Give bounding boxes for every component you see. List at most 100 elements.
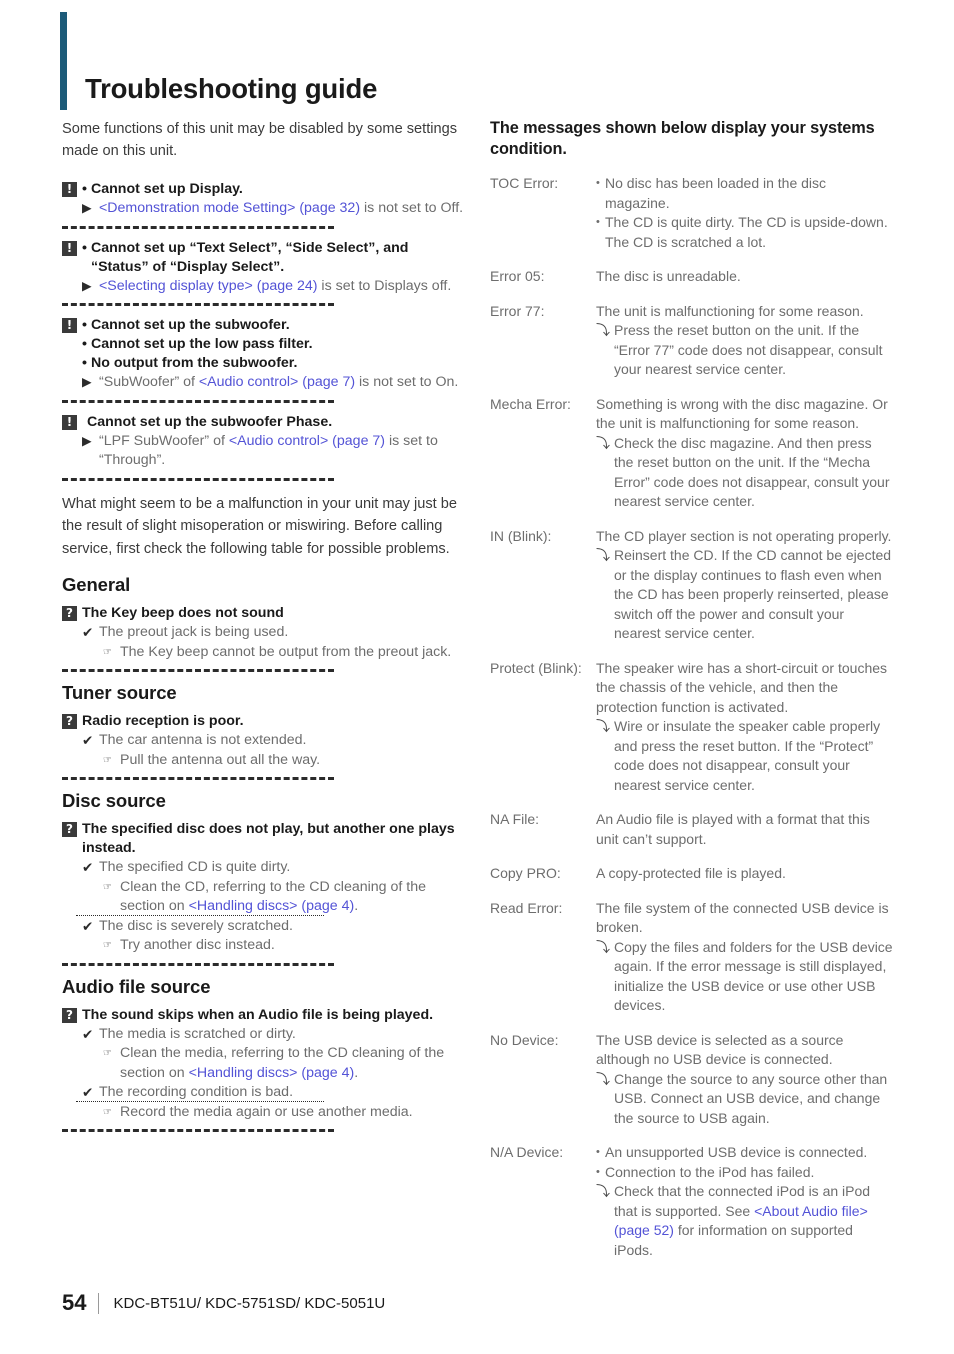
faq-cause: ✔ The disc is severely scratched.	[82, 917, 466, 937]
message-row: Copy PRO: A copy-protected file is playe…	[490, 864, 894, 884]
setting-question-text: Cannot set up Display.	[82, 180, 466, 199]
message-text: The USB device is selected as a source a…	[596, 1031, 844, 1068]
model-list: KDC-BT51U/ KDC-5751SD/ KDC-5051U	[113, 1294, 386, 1312]
message-row: No Device: The USB device is selected as…	[490, 1031, 894, 1129]
setting-question: ! Cannot set up the subwoofer. Cannot se…	[62, 316, 466, 373]
dashed-separator	[62, 399, 334, 403]
message-term: NA File:	[490, 811, 540, 827]
dashed-separator	[62, 777, 334, 780]
setting-block-subwoofer: ! Cannot set up the subwoofer. Cannot se…	[62, 316, 466, 403]
check-mark-icon: ✔	[82, 918, 94, 934]
messages-heading: The messages shown below display your sy…	[490, 119, 875, 158]
faq-question-text: The specified disc does not play, but an…	[82, 821, 455, 856]
setting-answer-post: is not set to Off.	[360, 200, 464, 216]
message-row: IN (Blink): The CD player section is not…	[490, 527, 894, 644]
cross-reference-link[interactable]: <Handling discs> (page 4)	[189, 1065, 355, 1081]
message-term: IN (Blink):	[490, 527, 552, 544]
faq-cause: ✔ The media is scratched or dirty.	[82, 1025, 466, 1045]
exclamation-badge-icon: !	[62, 182, 77, 197]
message-text: The file system of the connected USB dev…	[596, 899, 889, 936]
faq-solution-text: Try another disc instead.	[120, 937, 275, 953]
message-action: ⤵ Copy the files and folders for the USB…	[596, 938, 894, 1016]
section-heading-audio-file-source: Audio file source	[62, 975, 211, 997]
pointing-hand-icon: ☞	[103, 646, 112, 658]
message-row: Error 05: The disc is unreadable.	[490, 267, 894, 287]
cross-reference-link[interactable]: <Selecting display type> (page 24)	[99, 278, 317, 294]
message-term: No Device:	[490, 1031, 559, 1048]
setting-answer-post: is set to Displays off.	[317, 277, 452, 294]
faq-question-text: The Key beep does not sound	[82, 605, 284, 621]
setting-question: ! Cannot set up Display.	[62, 180, 466, 199]
question-badge-icon: ?	[62, 1007, 77, 1023]
setting-block-display: ! Cannot set up Display. ▶ <Demonstratio…	[62, 180, 466, 229]
message-term: Copy PRO:	[490, 865, 561, 881]
message-text: An Audio file is played with a format th…	[596, 811, 870, 847]
faq-cause: ✔ The specified CD is quite dirty.	[82, 858, 466, 878]
exclamation-badge-icon: !	[62, 240, 77, 256]
message-term: Error 77:	[490, 302, 545, 319]
black-right-triangle-icon: ▶	[82, 433, 92, 448]
message-bullet: An unsupported USB device is connected.	[596, 1143, 894, 1163]
page-footer: 54 KDC-BT51U/ KDC-5751SD/ KDC-5051U	[62, 1290, 385, 1316]
fine-dotted-separator	[76, 1100, 324, 1102]
message-bullet: The CD is quite dirty. The CD is upside-…	[596, 213, 894, 252]
footer-divider	[98, 1292, 100, 1314]
message-text: Something is wrong with the disc magazin…	[596, 395, 888, 432]
message-action-text: Copy the files and folders for the USB d…	[614, 938, 893, 1014]
faq-question: ? The sound skips when an Audio file is …	[62, 1006, 466, 1025]
faq-cause-text: The preout jack is being used.	[99, 624, 289, 640]
message-action-text: Check the disc magazine. And then press …	[614, 434, 890, 510]
cross-reference-link[interactable]: <Handling discs> (page 4)	[189, 898, 355, 914]
message-term: Error 05:	[490, 268, 545, 284]
message-term: Mecha Error:	[490, 395, 571, 412]
faq-solution-post: .	[354, 1064, 359, 1081]
setting-question-text: Cannot set up the low pass filter.	[82, 335, 466, 354]
faq-solution: ☞ Try another disc instead.	[103, 936, 466, 956]
faq-item-key-beep: ? The Key beep does not sound ✔ The preo…	[62, 604, 466, 672]
faq-solution: ☞ Pull the antenna out all the way.	[103, 751, 466, 771]
pointing-hand-icon: ☞	[103, 940, 112, 951]
message-row: Protect (Blink): The speaker wire has a …	[490, 659, 894, 796]
page-number: 54	[62, 1290, 87, 1315]
message-text: A copy-protected file is played.	[596, 865, 786, 881]
dashed-separator	[62, 225, 334, 229]
faq-solution: ☞ Clean the CD, referring to the CD clea…	[103, 878, 466, 917]
cross-reference-link[interactable]: <Demonstration mode Setting> (page 32)	[99, 200, 360, 216]
message-action: ⤵ Check the disc magazine. And then pres…	[596, 434, 894, 512]
question-badge-icon: ?	[62, 606, 77, 621]
message-row: Read Error: The file system of the conne…	[490, 899, 894, 1016]
pointing-hand-icon: ☞	[103, 881, 112, 893]
check-mark-icon: ✔	[82, 625, 94, 640]
faq-cause-text: The media is scratched or dirty.	[99, 1025, 296, 1042]
setting-answer-pre: “SubWoofer” of	[99, 374, 199, 390]
setting-question: ! Cannot set up “Text Select”, “Side Sel…	[62, 239, 466, 277]
exclamation-badge-icon: !	[62, 318, 77, 333]
faq-solution: ☞ Record the media again or use another …	[103, 1103, 466, 1123]
black-right-triangle-icon: ▶	[82, 201, 92, 215]
faq-question: ? The Key beep does not sound	[62, 604, 466, 623]
faq-item-sound-skips: ? The sound skips when an Audio file is …	[62, 1006, 466, 1132]
hollow-right-arrow-icon: ⤵	[596, 547, 610, 563]
faq-cause-text: The specified CD is quite dirty.	[99, 859, 291, 875]
message-action-text: Change the source to any source other th…	[614, 1070, 888, 1126]
message-row: Error 77: The unit is malfunctioning for…	[490, 302, 894, 380]
exclamation-badge-icon: !	[62, 414, 77, 430]
faq-solution-text: The Key beep cannot be output from the p…	[120, 643, 452, 660]
section-heading-tuner-source: Tuner source	[62, 682, 177, 703]
left-column: Some functions of this unit may be disab…	[62, 118, 466, 1142]
message-term: N/A Device:	[490, 1144, 564, 1160]
setting-answer-post: is not set to On.	[355, 374, 459, 390]
hollow-right-arrow-icon: ⤵	[596, 718, 610, 734]
message-action: ⤵ Reinsert the CD. If the CD cannot be e…	[596, 546, 894, 644]
message-row: N/A Device: An unsupported USB device is…	[490, 1143, 894, 1260]
hollow-right-arrow-icon: ⤵	[596, 434, 610, 451]
faq-item-radio-reception: ? Radio reception is poor. ✔ The car ant…	[62, 712, 466, 780]
fine-dotted-separator	[76, 915, 324, 916]
message-text: The disc is unreadable.	[596, 268, 741, 284]
question-badge-icon: ?	[62, 822, 77, 837]
cross-reference-link[interactable]: <Audio control> (page 7)	[199, 374, 355, 390]
cross-reference-link[interactable]: <Audio control> (page 7)	[229, 433, 385, 449]
page-title: Troubleshooting guide	[85, 73, 378, 105]
title-accent-bar	[60, 12, 67, 110]
hollow-right-arrow-icon: ⤵	[596, 1070, 610, 1087]
